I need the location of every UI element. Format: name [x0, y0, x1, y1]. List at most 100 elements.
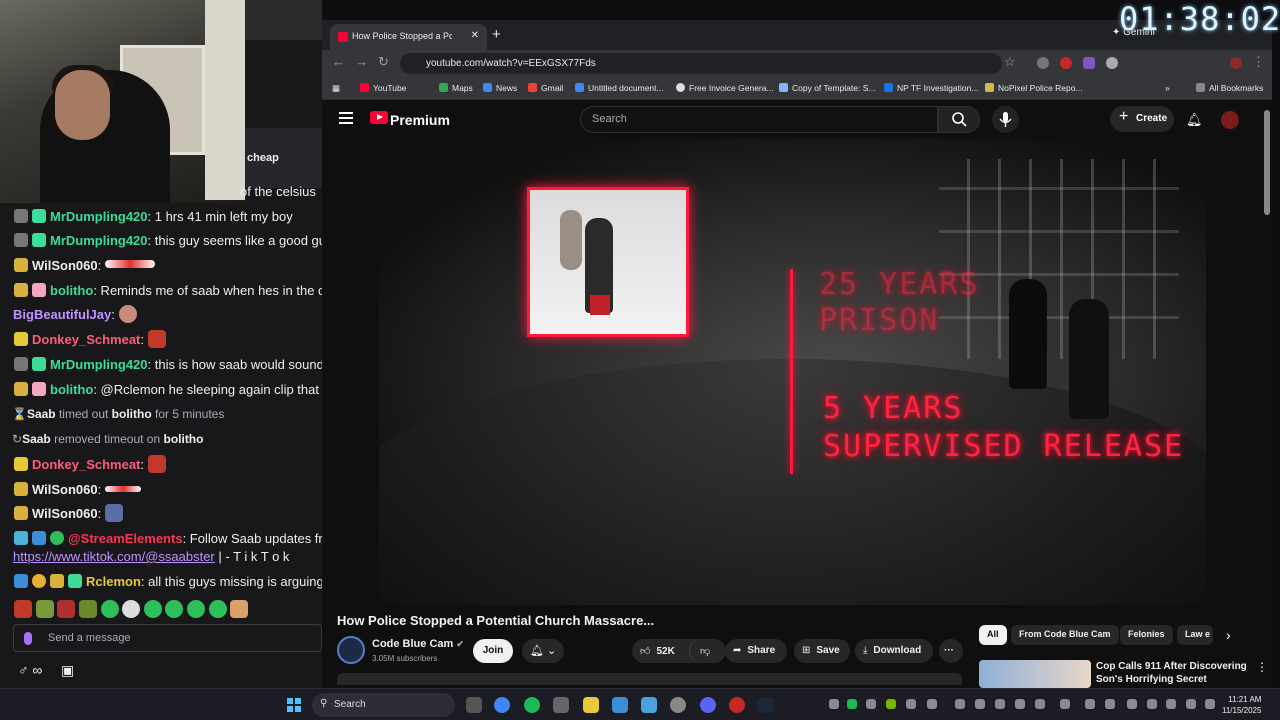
save-button[interactable]: ⊞ Save [794, 639, 850, 663]
create-button[interactable]: Create [1110, 106, 1174, 132]
extension-icon[interactable] [1037, 57, 1049, 69]
obs-icon[interactable] [670, 697, 686, 713]
star-icon[interactable]: ☆ [1004, 54, 1016, 70]
reco-title[interactable]: Cop Calls 911 After Discovering Son's Ho… [1096, 660, 1251, 688]
app-icon[interactable] [729, 697, 745, 713]
youtube-logo-icon[interactable] [370, 111, 388, 124]
channel-name[interactable]: Code Blue Cam ✔ [372, 638, 464, 650]
share-button[interactable]: ➦ Share [725, 639, 787, 663]
bookmark-news[interactable]: News [483, 83, 517, 93]
extension-icon[interactable] [1060, 57, 1072, 69]
bookmark-doc[interactable]: Untitled document... [575, 83, 664, 93]
chrome-icon[interactable] [494, 697, 510, 713]
search-icon[interactable] [938, 106, 980, 133]
tray-icon[interactable] [1060, 699, 1070, 709]
tray-icon[interactable] [1035, 699, 1045, 709]
forward-icon[interactable]: → [355, 54, 368, 69]
reco-thumbnail[interactable] [979, 660, 1091, 688]
emote[interactable] [35, 600, 54, 618]
discord-icon[interactable] [700, 697, 716, 713]
notepad-icon[interactable] [641, 697, 657, 713]
bookmark-np-tf[interactable]: NP TF Investigation... [884, 83, 978, 93]
tray-icon[interactable] [1015, 699, 1025, 709]
chat-footer-icons[interactable]: ♂ ∞ [18, 662, 42, 678]
tray-icon[interactable] [829, 699, 839, 709]
tray-icon[interactable] [927, 699, 937, 709]
bookmark-youtube[interactable]: YouTube [360, 83, 406, 93]
chat-input[interactable]: Send a message [13, 624, 322, 652]
windows-start-icon[interactable] [287, 698, 301, 712]
app-icon[interactable] [612, 697, 628, 713]
emote[interactable] [187, 600, 205, 618]
video-player[interactable]: 25 YEARS PRISON 5 YEARS SUPERVISED RELEA… [379, 139, 1206, 605]
bookmark-gmail[interactable]: Gmail [528, 83, 563, 93]
battery-icon[interactable] [1205, 699, 1215, 709]
join-button[interactable]: Join [473, 639, 513, 663]
tray-icon[interactable] [1127, 699, 1137, 709]
chip-from-channel[interactable]: From Code Blue Cam [1011, 625, 1119, 645]
all-bookmarks[interactable]: All Bookmarks [1196, 83, 1263, 93]
tab-active[interactable]: How Police Stopped a Potential Church Ma… [330, 24, 487, 50]
voice-search-icon[interactable] [992, 106, 1019, 133]
apps-icon[interactable]: ▦ [332, 83, 340, 94]
emote[interactable] [165, 600, 184, 618]
hamburger-menu-icon[interactable] [339, 112, 353, 124]
emote[interactable] [208, 600, 227, 618]
menu-icon[interactable]: ⋮ [1252, 54, 1265, 70]
emote[interactable] [230, 600, 249, 618]
tray-icon[interactable] [886, 699, 896, 709]
bluetooth-icon[interactable] [1147, 699, 1157, 709]
tray-icon[interactable] [995, 699, 1005, 709]
more-bookmarks-icon[interactable]: » [1165, 83, 1170, 93]
promo-card[interactable]: cheap [245, 128, 322, 188]
reload-icon[interactable]: ↻ [378, 54, 389, 70]
emote[interactable] [57, 600, 76, 618]
channel-avatar[interactable] [337, 636, 365, 664]
file-explorer-icon[interactable] [583, 697, 599, 713]
avatar[interactable] [1221, 111, 1239, 129]
description-box[interactable] [337, 673, 962, 685]
subscription-bell-button[interactable]: 🔔︎ ⌄ [522, 639, 564, 663]
back-icon[interactable]: ← [332, 54, 345, 69]
extension-icon[interactable] [1083, 57, 1095, 69]
tray-icon[interactable] [847, 699, 857, 709]
task-view-icon[interactable] [466, 697, 482, 713]
emote[interactable] [100, 600, 119, 618]
dislike-button[interactable]: 👎︎ [689, 639, 726, 663]
tray-icon[interactable] [1105, 699, 1115, 709]
bookmark-template[interactable]: Copy of Template: S... [779, 83, 875, 93]
download-button[interactable]: ⤓ Download [855, 639, 933, 663]
address-bar[interactable]: youtube.com/watch?v=EExGSX77Fds [400, 53, 1002, 74]
emote[interactable] [14, 600, 32, 618]
reco-menu-icon[interactable]: ⋮ [1256, 660, 1268, 674]
chat-settings-icon[interactable]: ▣ [61, 662, 74, 679]
wifi-icon[interactable] [1166, 699, 1176, 709]
more-actions-button[interactable]: ··· [939, 639, 963, 663]
tray-icon[interactable] [1085, 699, 1095, 709]
bookmark-nopixel[interactable]: NoPixel Police Repo... [985, 83, 1083, 93]
taskbar-search[interactable]: ⚲ Search [312, 693, 455, 717]
tray-icon[interactable] [955, 699, 965, 709]
volume-icon[interactable] [1186, 699, 1196, 709]
app-icon[interactable] [553, 697, 569, 713]
notifications-bell-icon[interactable]: 🔔︎ [1186, 112, 1203, 128]
bookmark-invoice[interactable]: Free Invoice Genera... [676, 83, 774, 93]
tiktok-link[interactable]: https://www.tiktok.com/@ssaabster [13, 549, 215, 564]
extension-icon[interactable] [1106, 57, 1118, 69]
yt-premium-label[interactable]: Premium [390, 112, 450, 128]
tray-icon[interactable] [975, 699, 985, 709]
scrollbar[interactable] [1264, 110, 1270, 215]
new-tab-button[interactable]: + [492, 26, 501, 43]
chevron-right-icon[interactable]: › [1226, 627, 1231, 643]
chip-all[interactable]: All [979, 625, 1007, 645]
bookmark-maps[interactable]: Maps [439, 83, 473, 93]
emote[interactable] [143, 600, 162, 618]
emote[interactable] [122, 600, 141, 618]
steam-icon[interactable] [758, 697, 774, 713]
system-clock[interactable]: 11:21 AM 11/15/2025 [1222, 694, 1261, 716]
profile-avatar[interactable] [1230, 57, 1242, 69]
emote[interactable] [78, 600, 97, 618]
spotify-icon[interactable] [524, 697, 540, 713]
tray-icon[interactable] [866, 699, 876, 709]
close-tab-icon[interactable]: ✕ [471, 30, 479, 41]
